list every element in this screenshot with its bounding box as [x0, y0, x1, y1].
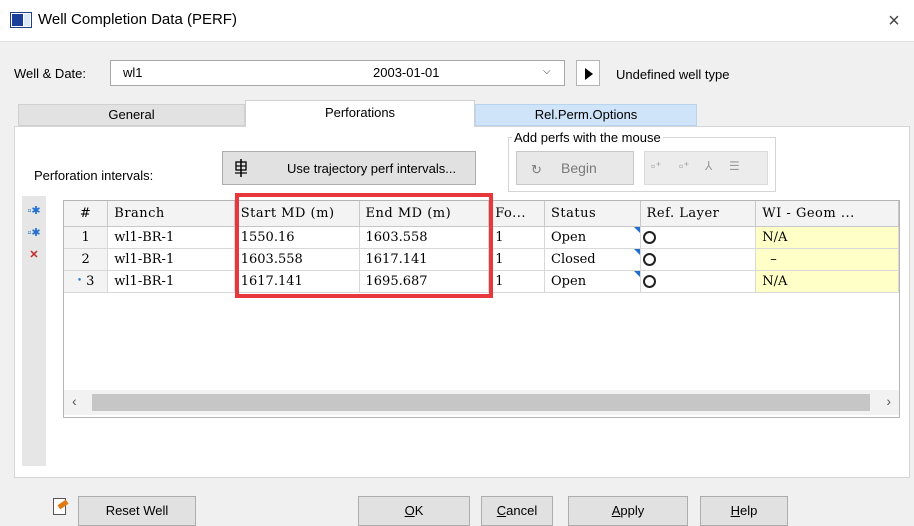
horizontal-scrollbar[interactable]: ‹ › — [64, 390, 899, 415]
column-header-branch[interactable]: Branch — [107, 201, 235, 227]
well-name-value: wl1 — [123, 65, 143, 80]
well-date-combobox[interactable]: wl1 2003-01-01 ⌵ — [110, 60, 565, 86]
split-icon[interactable]: ⅄ — [705, 159, 712, 173]
column-header-fo[interactable]: Fo... — [488, 201, 546, 227]
branch-cell[interactable]: wl1-BR-1 — [107, 270, 235, 293]
wi-geom-cell[interactable]: N/A — [755, 226, 899, 249]
window-title: Well Completion Data (PERF) — [38, 11, 237, 28]
wi-geom-cell[interactable]: – — [755, 248, 899, 271]
ok-mnemonic: O — [404, 503, 415, 518]
perforation-intervals-label: Perforation intervals: — [34, 168, 154, 183]
well-type-label: Undefined well type — [616, 67, 730, 82]
tab-rel-perm-options[interactable]: Rel.Perm.Options — [475, 104, 697, 126]
well-date-label: Well & Date: — [14, 66, 87, 81]
help-mnemonic: H — [730, 503, 741, 518]
list-icon[interactable]: ☰ — [729, 159, 740, 173]
save-edit-icon[interactable] — [50, 496, 72, 520]
column-header-status[interactable]: Status — [544, 201, 641, 227]
row-number-value: 3 — [86, 273, 95, 289]
help-button[interactable]: Help — [700, 496, 788, 526]
scroll-left-icon[interactable]: ‹ — [72, 393, 77, 409]
close-icon[interactable]: × — [880, 8, 908, 34]
title-bar: Well Completion Data (PERF) × — [0, 0, 914, 42]
current-row-marker: • — [76, 276, 83, 286]
wi-geom-cell[interactable]: N/A — [755, 270, 899, 293]
ref-layer-radio-icon[interactable] — [642, 274, 656, 288]
add-perf-icon[interactable]: ▫✱ — [24, 202, 44, 220]
play-icon — [585, 68, 593, 80]
fo-cell[interactable]: 1 — [488, 270, 546, 293]
begin-button[interactable]: ↻ Begin — [516, 151, 634, 185]
fo-cell[interactable]: 1 — [488, 248, 546, 271]
add-perfs-mouse-label: Add perfs with the mouse — [512, 130, 663, 145]
next-well-button[interactable] — [576, 60, 600, 86]
column-header-wi-geom[interactable]: WI - Geom ... — [755, 201, 899, 227]
app-icon — [10, 12, 32, 28]
use-trajectory-perf-intervals-button[interactable]: Use trajectory perf intervals... — [222, 151, 476, 185]
branch-cell[interactable]: wl1-BR-1 — [107, 226, 235, 249]
row-number: 2 — [64, 248, 109, 271]
delete-perf-icon[interactable]: ✕ — [24, 246, 44, 264]
cancel-button[interactable]: Cancel — [481, 496, 553, 526]
ref-layer-radio-icon[interactable] — [642, 230, 656, 244]
chevron-down-icon[interactable]: ⌵ — [543, 66, 551, 77]
cancel-mnemonic: C — [496, 503, 507, 518]
trajectory-icon — [235, 159, 247, 177]
insert-perf-icon[interactable]: ▫✱ — [24, 224, 44, 242]
grid-side-toolbar: ▫✱ ▫✱ ✕ — [22, 196, 46, 466]
column-header-ref-layer[interactable]: Ref. Layer — [640, 201, 757, 227]
status-cell[interactable]: Open — [544, 270, 641, 293]
row-number: 1 — [64, 226, 109, 249]
help-rest: elp — [740, 503, 758, 518]
tab-perforations[interactable]: Perforations — [245, 100, 475, 127]
ref-layer-radio-icon[interactable] — [642, 252, 656, 266]
begin-label: Begin — [561, 160, 597, 176]
insert-perf-icon[interactable]: ▫⁺ — [679, 159, 690, 173]
column-header-num[interactable]: # — [64, 201, 109, 227]
apply-button[interactable]: Apply — [568, 496, 688, 526]
ref-layer-cell[interactable] — [640, 270, 757, 293]
scrollbar-thumb[interactable] — [92, 394, 870, 411]
cancel-rest: ancel — [506, 503, 538, 518]
ok-rest: K — [414, 503, 424, 518]
mouse-tools-bar: ▫⁺ ▫⁺ ⅄ ☰ — [644, 151, 768, 185]
fo-cell[interactable]: 1 — [488, 226, 546, 249]
row-number: • 3 — [64, 270, 109, 293]
status-cell[interactable]: Open — [544, 226, 641, 249]
ref-layer-cell[interactable] — [640, 248, 757, 271]
reset-well-button[interactable]: Reset Well — [78, 496, 196, 526]
apply-rest: pply — [620, 503, 645, 518]
begin-hand-icon: ↻ — [531, 162, 542, 177]
status-cell[interactable]: Closed — [544, 248, 641, 271]
highlight-box — [235, 193, 493, 298]
tab-general[interactable]: General — [18, 104, 245, 126]
use-trajectory-label: Use trajectory perf intervals... — [287, 161, 457, 176]
ref-layer-cell[interactable] — [640, 226, 757, 249]
ok-button[interactable]: OK — [358, 496, 470, 526]
add-perf-icon[interactable]: ▫⁺ — [651, 159, 662, 173]
scroll-right-icon[interactable]: › — [886, 393, 891, 409]
branch-cell[interactable]: wl1-BR-1 — [107, 248, 235, 271]
well-date-value: 2003-01-01 — [373, 65, 440, 80]
